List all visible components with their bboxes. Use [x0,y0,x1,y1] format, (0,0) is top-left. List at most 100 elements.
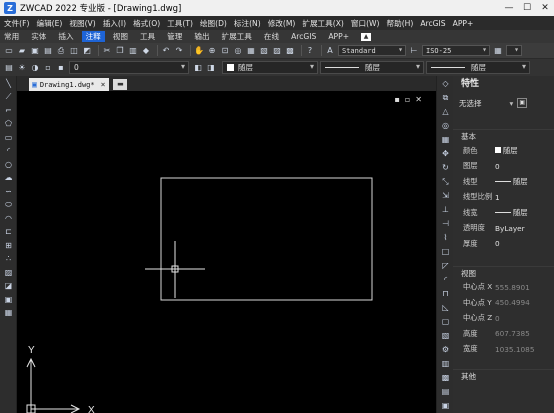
zoom-window-icon[interactable]: ⊡ [220,46,230,56]
save-icon[interactable]: ▣ [30,46,40,56]
pan-icon[interactable]: ✋ [194,46,204,56]
property-row[interactable]: 线型比例 1 [453,190,554,206]
join-icon[interactable]: □ [439,246,452,258]
trim-icon[interactable]: ⊥ [439,204,452,216]
menu-extension-tools[interactable]: 扩展工具(X) [302,18,344,29]
region-icon[interactable]: ▣ [2,294,15,306]
fillet-icon[interactable]: ◜ [439,274,452,286]
copy-object-icon[interactable]: ⧉ [439,92,452,104]
tab-insert[interactable]: 插入 [58,31,73,42]
purge-icon[interactable]: ▣ [439,400,452,412]
property-row[interactable]: 颜色 随层 [453,143,554,159]
property-value-cell[interactable]: 随层 [495,146,554,156]
chevron-down-icon[interactable]: ▾ [510,99,514,108]
menu-app-plus[interactable]: APP+ [453,19,474,28]
line-icon[interactable]: ╲ [2,78,15,90]
print-preview-icon[interactable]: ◫ [69,46,79,56]
edit-hatch-icon[interactable]: ▧ [439,330,452,342]
paste-icon[interactable]: ▥ [128,46,138,56]
hatch-icon[interactable]: ▨ [2,267,15,279]
layer-color-icon[interactable]: ▪ [56,63,66,73]
print-icon[interactable]: ⎙ [56,46,66,56]
text-style-select[interactable]: Standard [338,45,406,56]
design-center-icon[interactable]: ▧ [259,46,269,56]
property-value-cell[interactable]: 0 [495,239,554,248]
property-value-cell[interactable]: 607.7385 [495,329,554,338]
tab-view[interactable]: 视图 [113,31,128,42]
layer-lock-icon[interactable]: ▫ [43,63,53,73]
close-button[interactable]: ✕ [536,0,554,16]
tab-common[interactable]: 常用 [4,31,19,42]
move-icon[interactable]: ✥ [439,148,452,160]
property-row[interactable]: 厚度 0 [453,236,554,252]
group-icon[interactable]: ▩ [439,372,452,384]
selection-dropdown[interactable]: 无选择 ▾ ▣ [459,95,550,111]
property-row[interactable]: 中心点 Y 450.4994 [453,295,554,311]
menu-edit[interactable]: 编辑(E) [36,18,62,29]
section-basic[interactable]: 基本 [453,129,554,143]
circle-icon[interactable]: ○ [2,159,15,171]
gradient-icon[interactable]: ◪ [2,280,15,292]
make-block-icon[interactable]: ⊞ [2,240,15,252]
layer-on-icon[interactable]: ☀ [17,63,27,73]
new-tab-button[interactable]: ▬ [113,79,128,90]
color-select[interactable]: 随层 [222,61,318,74]
property-value-cell[interactable]: 0 [495,314,554,323]
ellipse-arc-icon[interactable]: ◠ [2,213,15,225]
rectangle-icon[interactable]: ▭ [2,132,15,144]
properties-palette-icon[interactable]: ⚙ [439,344,452,356]
section-misc[interactable]: 其他 [453,369,554,383]
menu-window[interactable]: 窗口(W) [351,18,380,29]
insert-block-icon[interactable]: ⊏ [2,226,15,238]
property-row[interactable]: 高度 607.7385 [453,326,554,342]
property-row[interactable]: 中心点 Z0 [453,311,554,327]
property-row[interactable]: 宽度 1035.1085 [453,342,554,358]
cut-icon[interactable]: ✂ [102,46,112,56]
menu-help[interactable]: 帮助(H) [387,18,414,29]
erase-icon[interactable]: ◇ [439,78,452,90]
break-icon[interactable]: ⌇ [439,232,452,244]
menu-format[interactable]: 格式(O) [133,18,160,29]
property-value-cell[interactable]: 1 [495,193,554,202]
menu-insert[interactable]: 插入(I) [103,18,126,29]
menu-draw[interactable]: 绘图(D) [200,18,227,29]
section-view[interactable]: 视图 [453,265,554,280]
layer-walk-icon[interactable]: ▥ [439,358,452,370]
property-value-cell[interactable]: 随层 [495,208,554,218]
table-icon[interactable]: ▦ [2,307,15,319]
arc-icon[interactable]: ◜ [2,145,15,157]
align-icon[interactable]: ▤ [439,386,452,398]
property-value-cell[interactable]: 随层 [495,177,554,187]
maximize-button[interactable]: ☐ [518,0,536,16]
array-icon[interactable]: ▦ [439,134,452,146]
menu-modify[interactable]: 修改(M) [268,18,296,29]
property-value-cell[interactable]: 0 [495,162,554,171]
zoom-realtime-icon[interactable]: ⊕ [207,46,217,56]
ribbon-collapse-icon[interactable]: ▲ [361,32,372,41]
property-value-cell[interactable]: 1035.1085 [495,345,554,354]
tab-annotate[interactable]: 注释 [81,31,105,42]
table-style-select[interactable] [506,45,522,56]
linetype-select[interactable]: 随层 [320,61,424,74]
quick-select-icon[interactable]: ▣ [517,98,528,108]
calculator-icon[interactable]: ▩ [285,46,295,56]
stretch-icon[interactable]: ⇲ [439,190,452,202]
menu-view[interactable]: 视图(V) [69,18,95,29]
menu-dimension[interactable]: 标注(N) [234,18,261,29]
layer-freeze-icon[interactable]: ◑ [30,63,40,73]
menu-arcgis[interactable]: ArcGIS [420,19,445,28]
properties-icon[interactable]: ▦ [246,46,256,56]
menu-file[interactable]: 文件(F) [4,18,29,29]
offset-icon[interactable]: ◎ [439,120,452,132]
property-row[interactable]: 图层 0 [453,159,554,175]
make-current-icon[interactable]: ◨ [206,63,216,73]
property-value-cell[interactable]: 450.4994 [495,298,554,307]
property-row[interactable]: 线宽 随层 [453,205,554,221]
explode-icon[interactable]: ⊓ [439,288,452,300]
property-value-cell[interactable]: ByLayer [495,224,554,233]
layer-previous-icon[interactable]: ◧ [193,63,203,73]
layer-select[interactable]: 0 [69,61,189,74]
tab-arcgis[interactable]: ArcGIS [291,32,316,41]
new-file-icon[interactable]: ▭ [4,46,14,56]
save-as-icon[interactable]: ▤ [43,46,53,56]
